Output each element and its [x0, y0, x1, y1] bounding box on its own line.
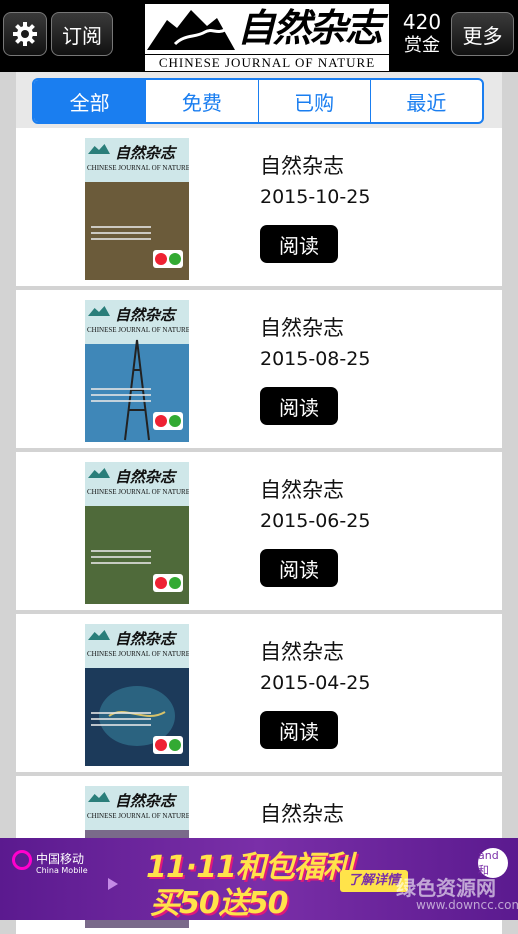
- issue-cover[interactable]: 自然杂志 CHINESE JOURNAL OF NATURE: [85, 462, 189, 604]
- reward-label: 赏金: [404, 35, 440, 56]
- issue-cover[interactable]: 自然杂志 CHINESE JOURNAL OF NATURE: [85, 300, 189, 442]
- carrier-logo: 中国移动 China Mobile: [12, 848, 100, 888]
- promo-offer: 买50送50: [150, 886, 288, 920]
- cover-subtitle: CHINESE JOURNAL OF NATURE: [87, 164, 189, 172]
- cover-badge-icon: [153, 412, 183, 430]
- reward-counter[interactable]: 420 赏金: [396, 10, 448, 58]
- cover-text-lines: [91, 708, 151, 730]
- top-bar: 订阅 自然杂志 CHINESE JOURNAL OF NATURE 420 赏金…: [0, 0, 518, 72]
- list-item[interactable]: 自然杂志 CHINESE JOURNAL OF NATURE 自然杂志 2015…: [16, 452, 502, 610]
- issue-title: 自然杂志: [260, 316, 344, 340]
- cover-mountain-icon: [88, 144, 110, 154]
- cover-header: 自然杂志 CHINESE JOURNAL OF NATURE: [85, 462, 189, 506]
- filter-tabs: 全部 免费 已购 最近: [32, 78, 484, 124]
- ad-banner[interactable]: 中国移动 China Mobile 11·11和包福利 买50送50 了解详情 …: [0, 838, 518, 920]
- cover-header: 自然杂志 CHINESE JOURNAL OF NATURE: [85, 138, 189, 182]
- read-button[interactable]: 阅读: [260, 225, 338, 263]
- issue-title: 自然杂志: [260, 478, 344, 502]
- tab-purchased[interactable]: 已购: [257, 80, 370, 122]
- issue-title: 自然杂志: [260, 154, 344, 178]
- app-logo: 自然杂志 CHINESE JOURNAL OF NATURE: [145, 4, 389, 71]
- list-item[interactable]: 自然杂志 CHINESE JOURNAL OF NATURE 自然杂志 2015…: [16, 290, 502, 448]
- play-icon: [108, 878, 118, 890]
- tab-recent[interactable]: 最近: [369, 80, 482, 122]
- issue-date: 2015-10-25: [260, 186, 371, 208]
- issue-cover[interactable]: 自然杂志 CHINESE JOURNAL OF NATURE: [85, 624, 189, 766]
- tab-all[interactable]: 全部: [34, 80, 146, 122]
- cover-mountain-icon: [88, 792, 110, 802]
- tab-free[interactable]: 免费: [145, 80, 257, 122]
- list-item[interactable]: 自然杂志 CHINESE JOURNAL OF NATURE 自然杂志 2015…: [16, 128, 502, 286]
- carrier-name-en: China Mobile: [36, 866, 88, 875]
- cover-header: 自然杂志 CHINESE JOURNAL OF NATURE: [85, 786, 189, 830]
- issue-title: 自然杂志: [260, 802, 344, 826]
- settings-button[interactable]: [3, 12, 47, 56]
- cover-title: 自然杂志: [115, 144, 176, 162]
- logo-mark: 自然杂志: [145, 4, 389, 54]
- cover-badge-icon: [153, 574, 183, 592]
- cover-title: 自然杂志: [115, 468, 176, 486]
- read-button[interactable]: 阅读: [260, 387, 338, 425]
- logo-title-en: CHINESE JOURNAL OF NATURE: [145, 55, 389, 71]
- carrier-name-cn: 中国移动: [36, 852, 85, 866]
- cover-subtitle: CHINESE JOURNAL OF NATURE: [87, 812, 189, 820]
- logo-title-cn: 自然杂志: [237, 5, 383, 50]
- cover-text-lines: [91, 384, 151, 406]
- cover-badge-icon: [153, 250, 183, 268]
- cover-subtitle: CHINESE JOURNAL OF NATURE: [87, 488, 189, 496]
- gear-icon: [13, 22, 37, 46]
- issue-title: 自然杂志: [260, 640, 344, 664]
- filter-bar: 全部 免费 已购 最近: [16, 72, 502, 128]
- read-button[interactable]: 阅读: [260, 549, 338, 587]
- cover-title: 自然杂志: [115, 792, 176, 810]
- read-button[interactable]: 阅读: [260, 711, 338, 749]
- cover-badge-icon: [153, 736, 183, 754]
- issue-date: 2015-04-25: [260, 672, 371, 694]
- watermark-url: www.downcc.com: [416, 898, 518, 912]
- list-item[interactable]: 自然杂志 CHINESE JOURNAL OF NATURE 自然杂志 2015…: [16, 614, 502, 772]
- issue-date: 2015-08-25: [260, 348, 371, 370]
- china-mobile-icon: [12, 850, 32, 870]
- cover-mountain-icon: [88, 468, 110, 478]
- subscribe-button[interactable]: 订阅: [51, 12, 113, 56]
- reward-count: 420: [402, 10, 442, 34]
- issue-date: 2015-06-25: [260, 510, 371, 532]
- mountain-logo-icon: [147, 10, 235, 50]
- more-button[interactable]: 更多: [451, 12, 514, 56]
- issue-cover[interactable]: 自然杂志 CHINESE JOURNAL OF NATURE: [85, 138, 189, 280]
- cover-text-lines: [91, 546, 151, 568]
- watermark-text: 绿色资源网: [396, 876, 496, 900]
- cover-text-lines: [91, 222, 151, 244]
